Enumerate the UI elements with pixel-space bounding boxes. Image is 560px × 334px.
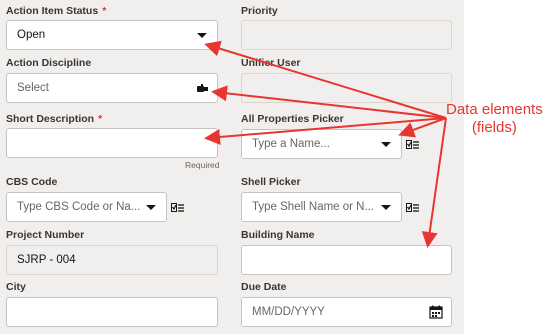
due-date-label: Due Date — [241, 281, 287, 293]
action-discipline-value: Select — [17, 82, 49, 94]
short-description-label: Short Description * — [6, 113, 103, 125]
priority-field — [241, 20, 452, 50]
hand-pointer-icon — [197, 84, 209, 97]
required-marker: * — [102, 5, 107, 17]
annotation-line-2: (fields) — [471, 119, 517, 136]
multi-select-picker-icon[interactable] — [406, 138, 420, 150]
annotation-callout: Data elements (fields) — [446, 101, 543, 137]
city-label: City — [6, 281, 26, 293]
building-name-input[interactable] — [241, 245, 452, 275]
action-item-status-select[interactable]: Open — [6, 20, 218, 50]
chevron-down-icon[interactable] — [381, 205, 391, 210]
city-input[interactable] — [6, 297, 218, 327]
project-number-field: SJRP - 004 — [6, 245, 218, 275]
action-discipline-select[interactable]: Select — [6, 73, 218, 103]
chevron-down-icon[interactable] — [146, 205, 156, 210]
due-date-input[interactable]: MM/DD/YYYY — [241, 297, 452, 327]
all-properties-picker-label: All Properties Picker — [241, 113, 344, 125]
all-properties-picker-placeholder: Type a Name... — [252, 138, 330, 150]
cbs-code-input[interactable]: Type CBS Code or Na... — [6, 192, 167, 222]
multi-select-picker-icon[interactable] — [406, 201, 420, 213]
shell-picker-placeholder: Type Shell Name or N... — [252, 201, 375, 213]
action-item-status-label: Action Item Status * — [6, 5, 107, 17]
short-description-input[interactable] — [6, 128, 218, 158]
multi-select-picker-icon[interactable] — [171, 201, 185, 213]
shell-picker-input[interactable]: Type Shell Name or N... — [241, 192, 402, 222]
chevron-down-icon — [197, 33, 207, 38]
unifier-user-field — [241, 73, 452, 103]
action-item-status-value: Open — [17, 29, 46, 41]
cbs-code-placeholder: Type CBS Code or Na... — [17, 201, 141, 213]
form-panel — [0, 0, 464, 334]
chevron-down-icon[interactable] — [381, 142, 391, 147]
building-name-label: Building Name — [241, 229, 315, 241]
all-properties-picker-input[interactable]: Type a Name... — [241, 129, 402, 159]
due-date-placeholder: MM/DD/YYYY — [252, 306, 325, 318]
priority-label: Priority — [241, 5, 278, 17]
unifier-user-label: Unifier User — [241, 57, 301, 69]
required-marker: * — [98, 113, 103, 125]
required-helper-text: Required — [185, 160, 220, 170]
project-number-label: Project Number — [6, 229, 85, 241]
action-discipline-label: Action Discipline — [6, 57, 92, 69]
shell-picker-label: Shell Picker — [241, 176, 301, 188]
calendar-icon[interactable] — [429, 305, 443, 322]
cbs-code-label: CBS Code — [6, 176, 58, 188]
annotation-line-1: Data elements — [446, 101, 543, 118]
project-number-value: SJRP - 004 — [17, 254, 76, 266]
